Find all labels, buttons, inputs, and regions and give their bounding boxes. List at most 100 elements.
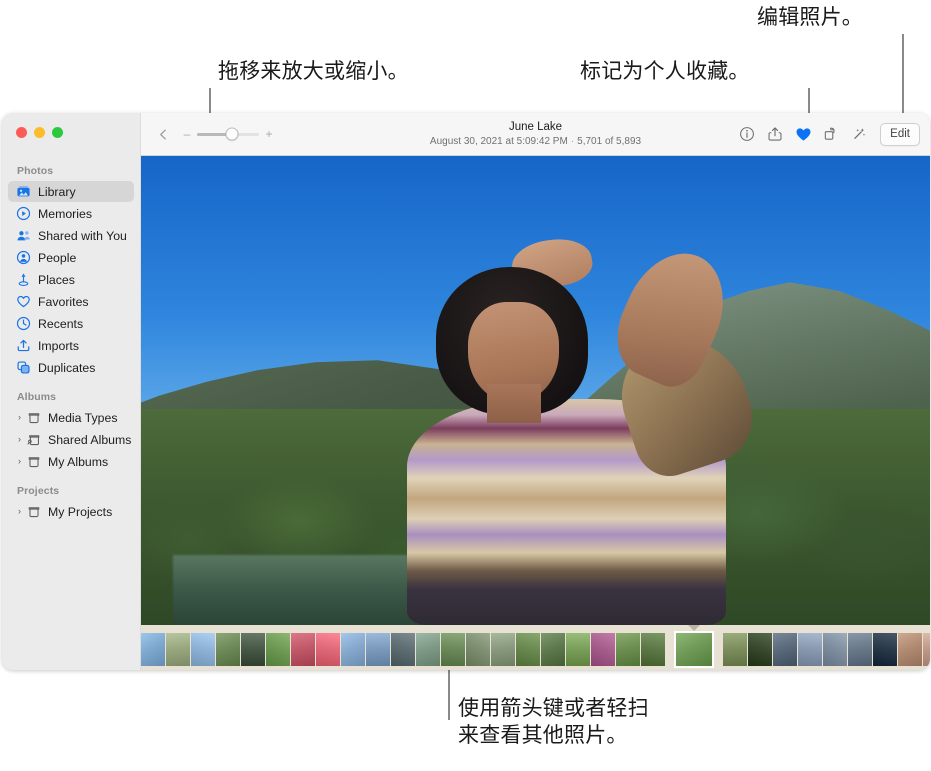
filmstrip-thumb-selected[interactable] [676, 633, 712, 666]
photo-index-count: 5,701 of 5,893 [577, 135, 642, 147]
filmstrip-thumb[interactable] [316, 633, 340, 666]
sidebar-item-my-albums[interactable]: › My Albums [8, 451, 134, 472]
filmstrip[interactable] [141, 625, 930, 670]
sidebar-item-places[interactable]: Places [8, 269, 134, 290]
sidebar-item-label: Memories [38, 206, 92, 221]
callout-zoom-slider: 拖移来放大或缩小。 [218, 60, 409, 83]
filmstrip-thumb[interactable] [191, 633, 215, 666]
filmstrip-thumb[interactable] [723, 633, 747, 666]
sidebar-item-label: Library [38, 184, 76, 199]
zoom-in-label[interactable]: + [265, 128, 273, 140]
filmstrip-thumbnails[interactable] [141, 633, 930, 666]
chevron-right-icon[interactable]: › [15, 435, 24, 444]
chevron-right-icon[interactable]: › [15, 457, 24, 466]
toolbar-right-group: Edit [733, 121, 920, 147]
people-icon [16, 250, 31, 265]
sidebar-item-memories[interactable]: Memories [8, 203, 134, 224]
filmstrip-thumb[interactable] [923, 633, 930, 666]
filmstrip-thumb[interactable] [823, 633, 847, 666]
filmstrip-thumb[interactable] [416, 633, 440, 666]
places-icon [16, 272, 31, 287]
heart-icon [16, 294, 31, 309]
filmstrip-thumb[interactable] [366, 633, 390, 666]
sidebar-item-label: Shared with You [38, 228, 127, 243]
sidebar-item-label: Media Types [48, 410, 118, 425]
zoom-slider-knob[interactable] [225, 127, 239, 141]
filmstrip-thumb[interactable] [166, 633, 190, 666]
filmstrip-thumb[interactable] [616, 633, 640, 666]
toolbar: – + June Lake August 30, 2021 at 5:09:42… [141, 113, 930, 156]
filmstrip-thumb[interactable] [516, 633, 540, 666]
chevron-right-icon[interactable]: › [15, 507, 24, 516]
zoom-window-button[interactable] [52, 127, 63, 138]
sidebar-item-label: My Projects [48, 504, 113, 519]
filmstrip-thumb[interactable] [641, 633, 665, 666]
filmstrip-thumb[interactable] [441, 633, 465, 666]
sidebar-item-recents[interactable]: Recents [8, 313, 134, 334]
import-icon [16, 338, 31, 353]
sidebar-item-favorites[interactable]: Favorites [8, 291, 134, 312]
leader-line-filmstrip [448, 668, 450, 720]
sidebar-item-library[interactable]: Library [8, 181, 134, 202]
filmstrip-thumb[interactable] [141, 633, 165, 666]
filmstrip-thumb[interactable] [848, 633, 872, 666]
sidebar-item-duplicates[interactable]: Duplicates [8, 357, 134, 378]
sidebar: Photos Library Memories Shared with You [2, 113, 141, 670]
sidebar-item-imports[interactable]: Imports [8, 335, 134, 356]
filmstrip-thumb[interactable] [341, 633, 365, 666]
shared-with-you-icon [16, 228, 31, 243]
album-icon [26, 454, 41, 469]
sidebar-item-label: Recents [38, 316, 84, 331]
zoom-out-label[interactable]: – [183, 128, 191, 140]
sidebar-group-title-projects: Projects [17, 485, 60, 497]
filmstrip-position-marker [688, 625, 700, 631]
sidebar-item-shared-albums[interactable]: › Shared Albums [8, 429, 134, 450]
filmstrip-thumb[interactable] [491, 633, 515, 666]
filmstrip-thumb[interactable] [773, 633, 797, 666]
magic-wand-icon[interactable] [845, 121, 873, 147]
filmstrip-gap [666, 633, 675, 666]
sidebar-item-my-projects[interactable]: › My Projects [8, 501, 134, 522]
filmstrip-thumb[interactable] [241, 633, 265, 666]
filmstrip-thumb[interactable] [591, 633, 615, 666]
zoom-slider[interactable]: – + [183, 127, 273, 141]
filmstrip-thumb[interactable] [541, 633, 565, 666]
filmstrip-thumb[interactable] [873, 633, 897, 666]
library-icon [16, 184, 31, 199]
filmstrip-thumb[interactable] [748, 633, 772, 666]
filmstrip-thumb[interactable] [391, 633, 415, 666]
close-button[interactable] [16, 127, 27, 138]
filmstrip-thumb[interactable] [266, 633, 290, 666]
zoom-slider-track[interactable] [197, 127, 259, 141]
filmstrip-thumb[interactable] [566, 633, 590, 666]
chevron-right-icon[interactable]: › [15, 413, 24, 422]
rotate-icon[interactable] [817, 121, 845, 147]
minimize-button[interactable] [34, 127, 45, 138]
callout-edit: 编辑照片。 [757, 6, 863, 29]
sidebar-item-label: Imports [38, 338, 79, 353]
filmstrip-gap [713, 633, 722, 666]
photo-subject-neck [486, 383, 541, 423]
edit-button[interactable]: Edit [880, 122, 920, 146]
share-icon[interactable] [761, 121, 789, 147]
back-button[interactable] [155, 126, 171, 142]
duplicates-icon [16, 360, 31, 375]
filmstrip-thumb[interactable] [466, 633, 490, 666]
callout-favorite: 标记为个人收藏。 [580, 60, 750, 83]
filmstrip-thumb[interactable] [291, 633, 315, 666]
sidebar-item-people[interactable]: People [8, 247, 134, 268]
shared-album-icon [26, 432, 41, 447]
photo-date: August 30, 2021 at 5:09:42 PM [429, 135, 568, 147]
sidebar-item-shared-with-you[interactable]: Shared with You [8, 225, 134, 246]
info-icon[interactable] [733, 121, 761, 147]
filmstrip-thumb[interactable] [898, 633, 922, 666]
filmstrip-thumb[interactable] [798, 633, 822, 666]
sidebar-item-label: Duplicates [38, 360, 96, 375]
photo-viewer[interactable] [141, 156, 930, 625]
memories-icon [16, 206, 31, 221]
filmstrip-thumb[interactable] [216, 633, 240, 666]
heart-filled-icon[interactable] [789, 121, 817, 147]
sidebar-item-media-types[interactable]: › Media Types [8, 407, 134, 428]
sidebar-scroll: Photos Library Memories Shared with You [2, 113, 140, 522]
content-area: – + June Lake August 30, 2021 at 5:09:42… [141, 113, 930, 670]
